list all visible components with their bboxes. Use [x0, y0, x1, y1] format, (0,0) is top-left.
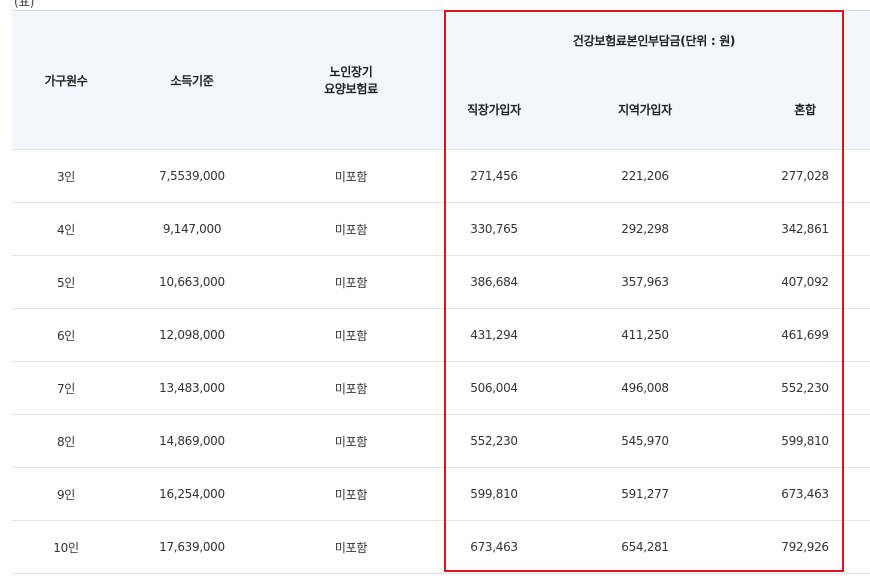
cell-ltc: 미포함 [264, 308, 438, 362]
cell-regional: 654,281 [550, 520, 740, 574]
cell-mixed: 342,861 [740, 202, 870, 256]
header-income: 소득기준 [120, 11, 264, 150]
header-ltc: 노인장기 요양보험료 [264, 11, 438, 150]
cell-mixed: 461,699 [740, 308, 870, 362]
cell-mixed: 673,463 [740, 467, 870, 521]
cell-mixed: 792,926 [740, 520, 870, 574]
cell-income: 16,254,000 [120, 467, 264, 521]
cell-household: 10인 [12, 520, 120, 574]
cell-household: 8인 [12, 414, 120, 468]
cell-ltc: 미포함 [264, 361, 438, 415]
cell-household: 4인 [12, 202, 120, 256]
cell-household: 5인 [12, 255, 120, 309]
cell-income: 13,483,000 [120, 361, 264, 415]
cell-ltc: 미포함 [264, 467, 438, 521]
cell-employee: 673,463 [438, 520, 550, 574]
cell-income: 14,869,000 [120, 414, 264, 468]
table-row: 5인 10,663,000 미포함 386,684 357,963 407,09… [12, 255, 870, 309]
cell-mixed: 407,092 [740, 255, 870, 309]
header-group: 건강보험료본인부담금(단위 : 원) [438, 11, 870, 70]
cell-household: 6인 [12, 308, 120, 362]
header-mixed: 혼합 [740, 70, 870, 150]
cell-mixed: 599,810 [740, 414, 870, 468]
cell-employee: 599,810 [438, 467, 550, 521]
cell-ltc: 미포함 [264, 149, 438, 203]
cell-regional: 411,250 [550, 308, 740, 362]
cell-income: 7,5539,000 [120, 149, 264, 203]
insurance-table: 가구원수 소득기준 노인장기 요양보험료 건강보험료본인부담금(단위 : 원) … [12, 11, 870, 574]
cell-employee: 271,456 [438, 149, 550, 203]
cell-ltc: 미포함 [264, 202, 438, 256]
header-ltc-line2: 요양보험료 [324, 82, 378, 96]
cell-regional: 221,206 [550, 149, 740, 203]
cell-regional: 496,008 [550, 361, 740, 415]
cell-income: 10,663,000 [120, 255, 264, 309]
cell-employee: 506,004 [438, 361, 550, 415]
header-regional: 지역가입자 [550, 70, 740, 150]
table-row: 3인 7,5539,000 미포함 271,456 221,206 277,02… [12, 149, 870, 203]
table-row: 10인 17,639,000 미포함 673,463 654,281 792,9… [12, 520, 870, 574]
cell-mixed: 277,028 [740, 149, 870, 203]
cell-mixed: 552,230 [740, 361, 870, 415]
table-header: 가구원수 소득기준 노인장기 요양보험료 건강보험료본인부담금(단위 : 원) … [12, 11, 870, 150]
cell-employee: 330,765 [438, 202, 550, 256]
cell-income: 17,639,000 [120, 520, 264, 574]
table-body: 3인 7,5539,000 미포함 271,456 221,206 277,02… [12, 149, 870, 574]
cell-household: 7인 [12, 361, 120, 415]
cell-ltc: 미포함 [264, 414, 438, 468]
cell-regional: 545,970 [550, 414, 740, 468]
cell-income: 12,098,000 [120, 308, 264, 362]
cell-employee: 431,294 [438, 308, 550, 362]
table-row: 7인 13,483,000 미포함 506,004 496,008 552,23… [12, 361, 870, 415]
header-household: 가구원수 [12, 11, 120, 150]
cell-ltc: 미포함 [264, 520, 438, 574]
table-row: 8인 14,869,000 미포함 552,230 545,970 599,81… [12, 414, 870, 468]
header-ltc-line1: 노인장기 [329, 65, 373, 79]
cell-ltc: 미포함 [264, 255, 438, 309]
table-row: 6인 12,098,000 미포함 431,294 411,250 461,69… [12, 308, 870, 362]
table-row: 4인 9,147,000 미포함 330,765 292,298 342,861 [12, 202, 870, 256]
cell-regional: 357,963 [550, 255, 740, 309]
cell-regional: 591,277 [550, 467, 740, 521]
cell-household: 3인 [12, 149, 120, 203]
cell-regional: 292,298 [550, 202, 740, 256]
table-caption: (표) [14, 0, 35, 9]
cell-income: 9,147,000 [120, 202, 264, 256]
cell-employee: 386,684 [438, 255, 550, 309]
cell-employee: 552,230 [438, 414, 550, 468]
table-row: 9인 16,254,000 미포함 599,810 591,277 673,46… [12, 467, 870, 521]
cell-household: 9인 [12, 467, 120, 521]
header-employee: 직장가입자 [438, 70, 550, 150]
